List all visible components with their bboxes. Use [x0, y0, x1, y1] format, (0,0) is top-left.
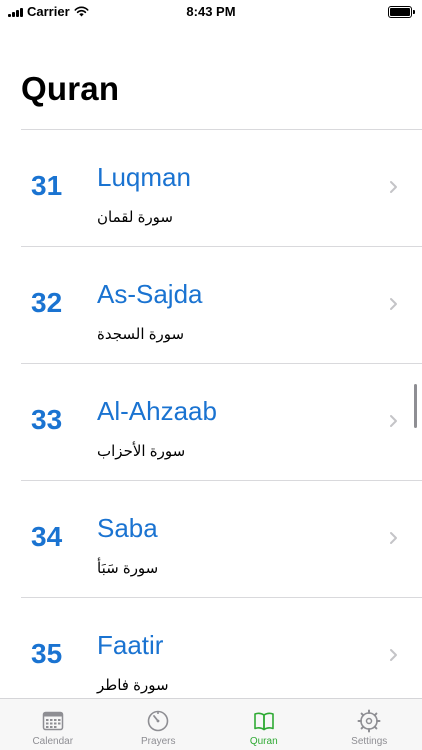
- tab-label: Quran: [249, 736, 278, 747]
- scroll-indicator[interactable]: [414, 384, 417, 428]
- surah-arabic-name: سورة السجدة: [97, 326, 185, 343]
- chevron-right-icon: [390, 649, 397, 661]
- clock-icon: [147, 710, 169, 732]
- surah-name: Saba: [97, 513, 158, 543]
- surah-row-34[interactable]: 34 Saba سورة سَبَأ: [0, 481, 422, 598]
- tab-label: Prayers: [141, 736, 176, 747]
- page-title: Quran: [21, 70, 120, 107]
- surah-arabic-name: سورة فاطر: [97, 677, 169, 694]
- surah-row-32[interactable]: 32 As-Sajda سورة السجدة: [0, 247, 422, 364]
- chevron-right-icon: [390, 415, 397, 427]
- tab-label: Settings: [351, 736, 388, 747]
- surah-list: 31 Luqman سورة لقمان 32 As-Sajda سورة ال…: [0, 130, 422, 715]
- surah-number: 34: [31, 521, 63, 552]
- surah-name: Luqman: [97, 162, 191, 192]
- surah-arabic-name: سورة لقمان: [97, 209, 174, 226]
- status-time: 8:43 PM: [186, 4, 236, 19]
- surah-number: 32: [31, 287, 63, 318]
- chevron-right-icon: [390, 532, 397, 544]
- quran-screen: Carrier 8:43 PM Quran 31 Luqman سورة لقم…: [0, 0, 422, 750]
- surah-row-31[interactable]: 31 Luqman سورة لقمان: [0, 130, 422, 247]
- calendar-icon: [42, 711, 63, 731]
- surah-number: 31: [31, 170, 63, 201]
- tab-label: Calendar: [32, 736, 74, 747]
- surah-name: As-Sajda: [97, 279, 203, 309]
- book-icon: [253, 712, 274, 731]
- surah-arabic-name: سورة سَبَأ: [97, 560, 159, 577]
- surah-name: Al-Ahzaab: [97, 396, 217, 426]
- tab-settings[interactable]: Settings: [317, 699, 422, 750]
- surah-row-33[interactable]: 33 Al-Ahzaab سورة الأحزاب: [0, 364, 422, 481]
- chevron-right-icon: [390, 298, 397, 310]
- tab-prayers[interactable]: Prayers: [106, 699, 212, 750]
- tab-bar: Calendar Prayers Quran Settings: [0, 698, 422, 750]
- surah-number: 35: [31, 638, 63, 669]
- battery-icon: [388, 6, 415, 18]
- tab-calendar[interactable]: Calendar: [0, 699, 106, 750]
- tab-quran[interactable]: Quran: [211, 699, 317, 750]
- surah-arabic-name: سورة الأحزاب: [97, 443, 186, 460]
- surah-number: 33: [31, 404, 63, 435]
- surah-name: Faatir: [97, 630, 164, 660]
- status-bar: Carrier 8:43 PM: [0, 0, 422, 22]
- gear-icon: [357, 709, 381, 733]
- chevron-right-icon: [390, 181, 397, 193]
